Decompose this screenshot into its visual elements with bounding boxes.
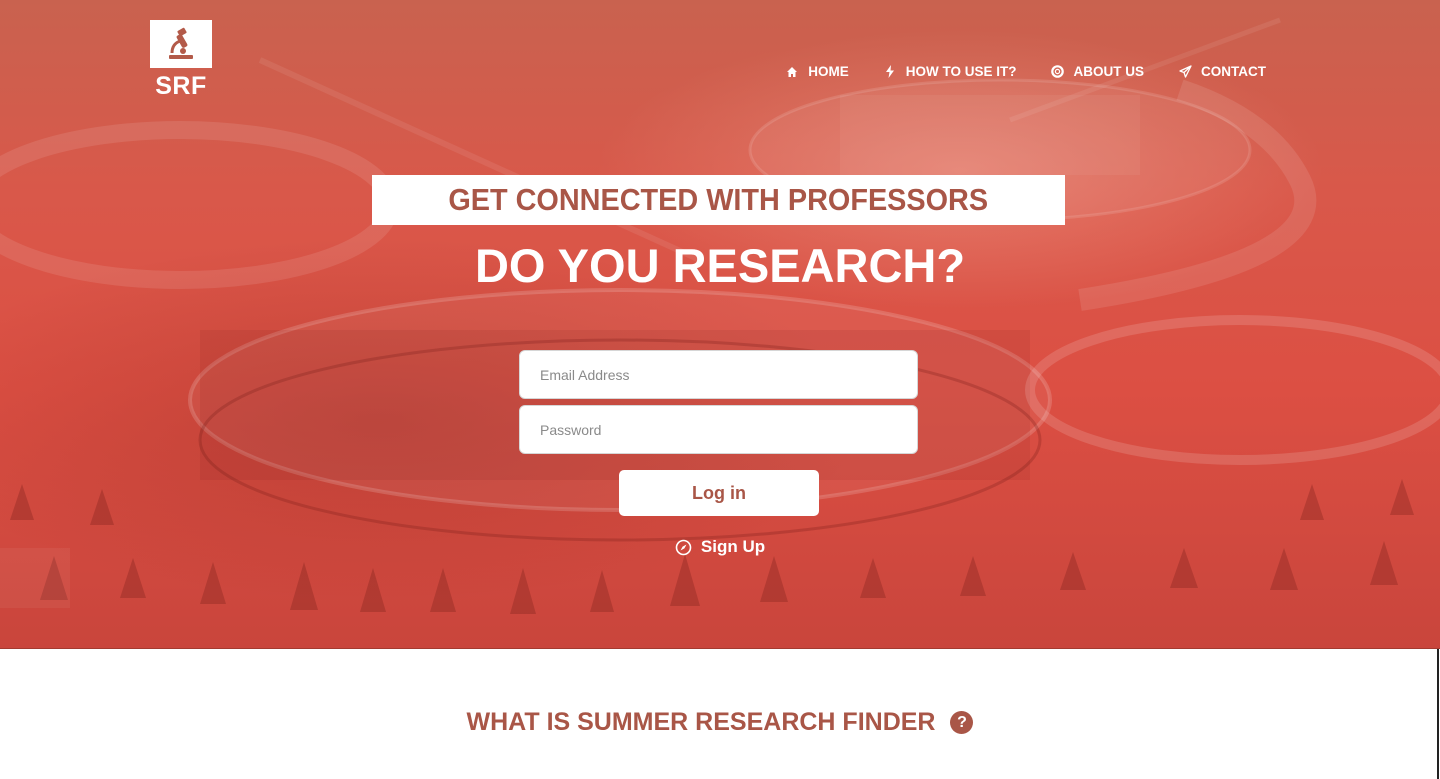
nav-about-us-label: ABOUT US <box>1073 64 1145 79</box>
email-input[interactable] <box>519 350 918 399</box>
bolt-icon <box>883 65 897 79</box>
home-icon <box>785 65 799 79</box>
signup-link[interactable]: Sign Up <box>0 537 1440 557</box>
hero-headline: DO YOU RESEARCH? <box>474 239 966 292</box>
nav-how-to-use[interactable]: HOW TO USE IT? <box>883 64 1017 79</box>
nav-home[interactable]: HOME <box>785 64 849 79</box>
nav-about-us[interactable]: ABOUT US <box>1051 64 1145 79</box>
paper-plane-icon <box>1178 65 1192 79</box>
signup-label: Sign Up <box>700 537 766 556</box>
hero-bottom-border <box>0 648 1440 649</box>
nav-contact[interactable]: CONTACT <box>1178 64 1266 79</box>
about-section-title-text: WHAT IS SUMMER RESEARCH FINDER <box>466 708 936 736</box>
nav-home-label: HOME <box>808 64 849 79</box>
question-icon[interactable]: ? <box>950 711 974 734</box>
login-button[interactable]: Log in <box>619 470 819 516</box>
nav-how-to-use-label: HOW TO USE IT? <box>905 64 1017 79</box>
brand-logo[interactable]: SRF <box>150 20 212 101</box>
hero-banner: GET CONNECTED WITH PROFESSORS <box>372 175 1065 225</box>
window-edge <box>1437 649 1439 779</box>
hero-banner-text: GET CONNECTED WITH PROFESSORS <box>448 182 989 217</box>
password-input[interactable] <box>519 405 918 454</box>
compass-icon <box>675 539 692 556</box>
microscope-icon <box>150 20 212 68</box>
main-nav: HOME HOW TO USE IT? ABOUT US CONTACT <box>751 64 1266 79</box>
lifebuoy-icon <box>1051 65 1065 79</box>
about-section-title: WHAT IS SUMMER RESEARCH FINDER ? <box>0 708 1440 737</box>
nav-contact-label: CONTACT <box>1201 64 1266 79</box>
brand-name: SRF <box>155 72 207 100</box>
